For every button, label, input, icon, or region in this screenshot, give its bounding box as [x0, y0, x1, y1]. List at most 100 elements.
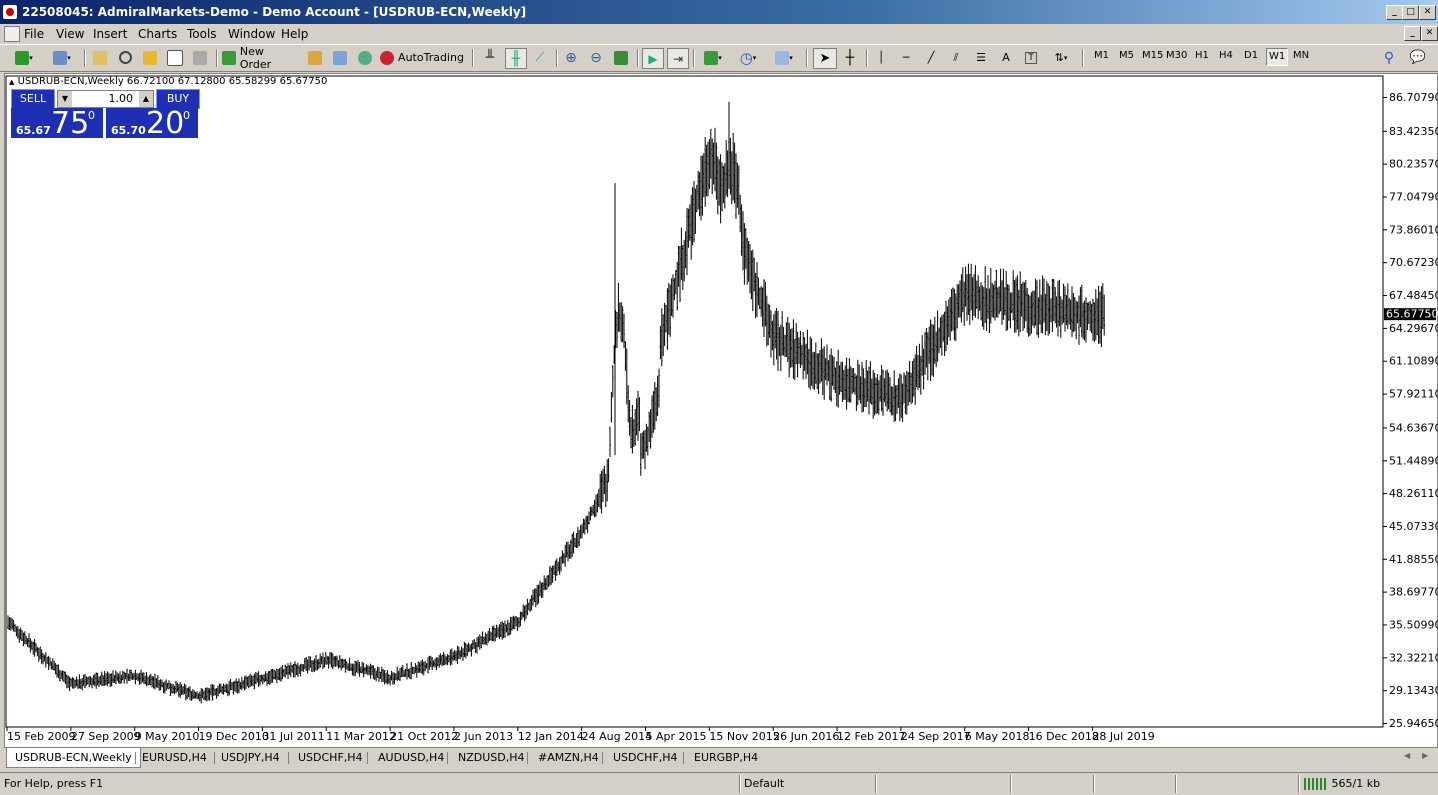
title-bar: 22508045: AdmiralMarkets-Demo - Demo Acc… [0, 0, 1438, 24]
candlestick-icon: ╫ [511, 50, 521, 67]
search-button[interactable]: ⚲ [1379, 48, 1399, 67]
new-chart-button[interactable]: ▾ [10, 48, 38, 67]
mdi-close-icon[interactable]: ✕ [1421, 26, 1438, 41]
crosshair-button[interactable]: ┼ [840, 48, 860, 67]
metaeditor-button[interactable] [305, 48, 325, 67]
tab-scroll-left-icon[interactable]: ◀ [1404, 751, 1410, 760]
collapse-triangle-icon[interactable]: ▲ [9, 78, 14, 86]
close-icon[interactable]: ✕ [1419, 5, 1436, 20]
lot-decrease-icon[interactable]: ▼ [58, 91, 72, 107]
cursor-button[interactable]: ➤ [813, 48, 837, 69]
tab-usdchf-h4[interactable]: USDCHF,H4 [290, 748, 371, 767]
channel-icon: ⫽ [953, 50, 959, 64]
tab-usdrub-weekly[interactable]: USDRUB-ECN,Weekly [6, 748, 141, 768]
timeframe-d1[interactable]: D1 [1244, 50, 1258, 61]
autotrading-icon [380, 50, 395, 65]
menu-window[interactable]: Window [228, 27, 275, 41]
clock-icon: ◷ [739, 48, 753, 67]
arrows-button[interactable]: ⇅ ▾ [1046, 48, 1076, 67]
chart-window-icon[interactable] [4, 26, 20, 42]
fibonacci-button[interactable]: ☰ [971, 48, 991, 67]
text-button[interactable]: A [996, 48, 1016, 67]
indicators-button[interactable]: ▾ [699, 48, 727, 67]
indicators-icon [704, 50, 719, 65]
lot-increase-icon[interactable]: ▲ [139, 91, 153, 107]
timeframe-m15[interactable]: M15 [1142, 50, 1163, 61]
bar-chart-button[interactable]: ╨ [480, 48, 500, 67]
timeframe-m5[interactable]: M5 [1119, 50, 1134, 61]
maximize-icon[interactable]: □ [1402, 5, 1419, 20]
chart-window[interactable]: ▲ USDRUB-ECN,Weekly 66.72100 67.12800 65… [4, 73, 1438, 748]
tab-scroll-right-icon[interactable]: ▶ [1422, 751, 1428, 760]
menu-help[interactable]: Help [281, 27, 308, 41]
templates-button[interactable]: ▾ [769, 48, 799, 67]
chart-shift-button[interactable]: ⇥ [667, 48, 689, 69]
autotrading-button[interactable]: AutoTrading [380, 48, 464, 67]
tab-eurusd-h4[interactable]: EURUSD,H4 [134, 748, 215, 767]
terminal-button[interactable] [165, 48, 185, 67]
signals-button[interactable] [355, 48, 375, 67]
new-order-button[interactable]: New Order [222, 45, 298, 71]
timeframe-m30[interactable]: M30 [1166, 50, 1187, 61]
symbol-quote: USDRUB-ECN,Weekly 66.72100 67.12800 65.5… [17, 76, 328, 87]
chat-bubble-button[interactable]: 💬 [1406, 48, 1430, 67]
zoom-in-button[interactable]: ⊕ [561, 48, 581, 67]
text-label-icon: T [1025, 51, 1037, 64]
menu-bar: File View Insert Charts Tools Window Hel… [0, 24, 1438, 44]
text-icon: A [1002, 51, 1010, 64]
crosshair-tool-icon: ┼ [845, 49, 855, 66]
sell-price-box[interactable]: 65.67 75 0 [11, 106, 103, 141]
tab-nzdusd-h4[interactable]: NZDUSD,H4 [450, 748, 533, 767]
market-watch-button[interactable] [90, 48, 110, 67]
new-order-icon [222, 50, 236, 65]
tab-eurgbp-h4[interactable]: EURGBP,H4 [686, 748, 766, 767]
minimize-icon[interactable]: _ [1386, 5, 1403, 20]
tab-amzn-h4[interactable]: #AMZN,H4 [530, 748, 607, 767]
arrows-icon: ⇅ [1054, 51, 1064, 64]
vertical-line-button[interactable]: │ [871, 48, 891, 67]
menu-view[interactable]: View [56, 27, 84, 41]
chart-tabs: USDRUB-ECN,Weekly EURUSD,H4 USDJPY,H4 US… [4, 748, 1436, 768]
tab-usdchf-h4-2[interactable]: USDCHF,H4 [605, 748, 686, 767]
fibonacci-icon: ☰ [976, 51, 986, 64]
autoscroll-button[interactable]: ▶ [642, 48, 664, 69]
sell-button[interactable]: SELL [11, 89, 55, 109]
candlestick-button[interactable]: ╫ [505, 48, 527, 69]
channel-button[interactable]: ⫽ [946, 48, 966, 67]
periods-button[interactable]: ◷ ▾ [734, 48, 762, 67]
help-text: For Help, press F1 [4, 777, 104, 790]
trendline-icon: ╱ [927, 51, 935, 64]
line-chart-button[interactable]: ⟋ [530, 48, 550, 67]
menu-charts[interactable]: Charts [138, 27, 177, 41]
data-window-button[interactable] [115, 48, 135, 67]
tab-audusd-h4[interactable]: AUDUSD,H4 [370, 748, 452, 767]
zoom-out-button[interactable]: ⊖ [586, 48, 606, 67]
trendline-button[interactable]: ╱ [921, 48, 941, 67]
timeframe-mn[interactable]: MN [1293, 50, 1309, 61]
status-bar: For Help, press F1 Default 565/1 kb [0, 772, 1438, 795]
timeframe-h1[interactable]: H1 [1195, 50, 1209, 61]
horizontal-line-button[interactable]: ─ [896, 48, 916, 67]
market-watch-icon [93, 50, 107, 65]
terminal-icon [167, 49, 183, 66]
tester-button[interactable] [190, 48, 210, 67]
menu-tools[interactable]: Tools [187, 27, 217, 41]
buy-price-box[interactable]: 65.70 20 0 [106, 106, 198, 141]
navigator-button[interactable] [140, 48, 160, 67]
traffic-status: 565/1 kb [1304, 777, 1380, 790]
tester-icon [193, 50, 207, 65]
timeframe-m1[interactable]: M1 [1094, 50, 1109, 61]
profiles-button[interactable]: ▾ [48, 48, 76, 67]
menu-insert[interactable]: Insert [93, 27, 127, 41]
chat-icon [333, 50, 347, 65]
menu-file[interactable]: File [24, 27, 44, 41]
text-label-button[interactable]: T [1021, 48, 1041, 67]
timeframe-w1[interactable]: W1 [1266, 48, 1289, 66]
tab-usdjpy-h4[interactable]: USDJPY,H4 [213, 748, 288, 767]
connection-bars-icon [1304, 778, 1328, 790]
tile-windows-button[interactable] [611, 48, 631, 67]
bar-chart-icon: ╨ [485, 49, 495, 66]
chat-button[interactable] [330, 48, 350, 67]
mdi-minimize-icon[interactable]: _ [1404, 26, 1421, 41]
timeframe-h4[interactable]: H4 [1219, 50, 1233, 61]
